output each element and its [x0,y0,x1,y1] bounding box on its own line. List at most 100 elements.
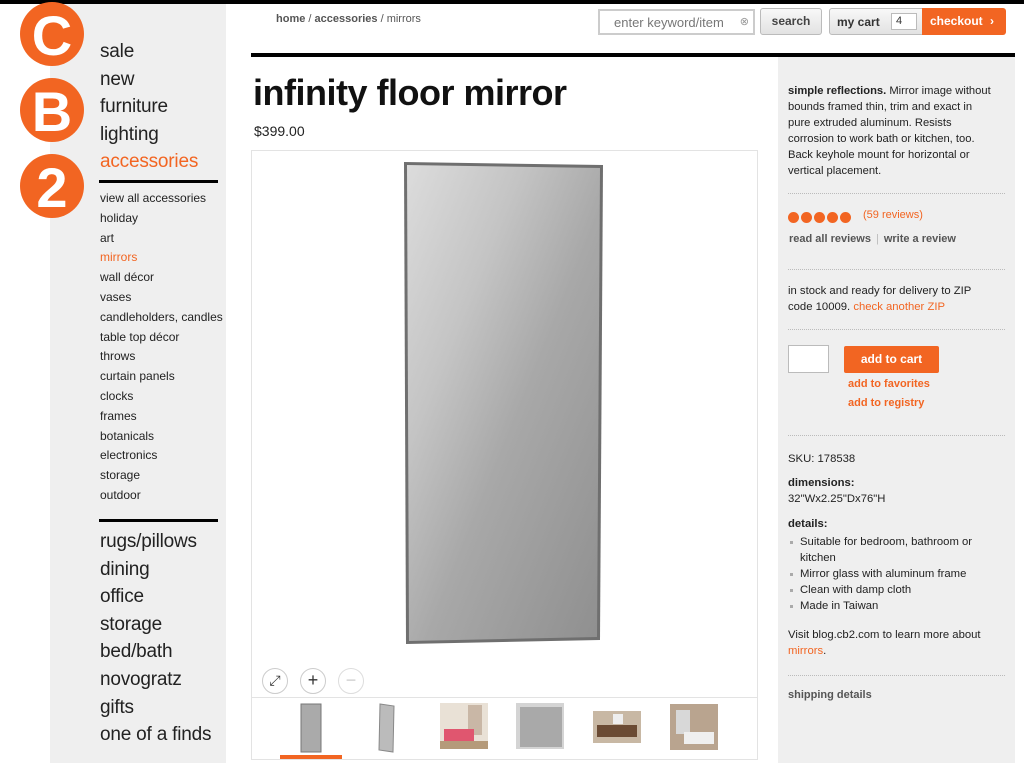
logo-letter-b: B [32,80,72,143]
subnav-clocks[interactable]: clocks [100,388,223,408]
star-icon [827,212,838,223]
write-review-link[interactable]: write a review [884,233,956,245]
breadcrumb-separator: / [305,13,315,25]
thumbnail-frame-corner[interactable] [516,703,564,749]
nav-bed-bath[interactable]: bed/bath [100,638,211,666]
star-icon [788,212,799,223]
subnav-art[interactable]: art [100,230,223,250]
product-details-panel: simple reflections. Mirror image without… [778,57,1015,763]
quantity-input[interactable] [788,345,829,373]
breadcrumb-current: mirrors [386,13,421,25]
add-to-registry-link[interactable]: add to registry [848,397,924,409]
nav-storage[interactable]: storage [100,611,211,639]
nav-lighting[interactable]: lighting [100,121,198,149]
description-lead: simple reflections. [788,85,887,97]
product-price: $399.00 [254,123,305,139]
thumbnail-room-sofa[interactable] [593,711,641,743]
divider [788,329,1005,330]
checkout-button[interactable]: checkout › [922,8,1006,35]
subnav-throws[interactable]: throws [100,348,223,368]
nav-office[interactable]: office [100,583,211,611]
nav-furniture[interactable]: furniture [100,93,198,121]
sidebar-divider [99,519,218,522]
blog-note: Visit blog.cb2.com to learn more about m… [788,627,998,659]
subnav-outdoor[interactable]: outdoor [100,487,223,507]
detail-item: Mirror glass with aluminum frame [788,566,998,582]
nav-one-of-a-finds[interactable]: one of a finds [100,721,211,749]
add-to-favorites-link[interactable]: add to favorites [848,378,930,390]
details-label: details: [788,518,828,530]
product-image-viewer: ⤢ + − [251,150,758,760]
subnav-view-all-accessories[interactable]: view all accessories [100,190,223,210]
nav-new[interactable]: new [100,66,198,94]
divider [788,675,1005,676]
subnav-curtain-panels[interactable]: curtain panels [100,368,223,388]
add-to-cart-button[interactable]: add to cart [844,346,939,373]
subcategory-nav: view all accessories holiday art mirrors… [100,190,223,507]
thumbnail-room-pink-chair[interactable] [440,703,488,749]
cart-count-field[interactable]: 4 [891,13,917,30]
blog-mirrors-link[interactable]: mirrors [788,645,823,657]
product-sku: SKU: 178538 [788,453,856,465]
subnav-holiday[interactable]: holiday [100,210,223,230]
details-list: Suitable for bedroom, bathroom or kitche… [788,534,998,614]
subnav-electronics[interactable]: electronics [100,447,223,467]
divider [788,193,1005,194]
cb2-logo[interactable]: C B 2 [14,0,94,220]
chevron-right-icon: › [990,14,995,28]
nav-sale[interactable]: sale [100,38,198,66]
logo-letter-c: C [32,4,72,67]
subnav-wall-decor[interactable]: wall décor [100,269,223,289]
search-input[interactable]: enter keyword/item ⊗ [598,9,755,35]
breadcrumb-separator: / [377,13,387,25]
nav-novogratz[interactable]: novogratz [100,666,211,694]
search-button[interactable]: search [760,8,822,35]
star-icon [814,212,825,223]
thumbnail-mirror-angle[interactable] [377,703,397,753]
subnav-frames[interactable]: frames [100,408,223,428]
subnav-table-top-decor[interactable]: table top décor [100,329,223,349]
clear-search-icon[interactable]: ⊗ [740,15,749,28]
breadcrumb-accessories[interactable]: accessories [315,13,378,25]
zoom-in-icon[interactable]: + [300,668,326,694]
logo-letter-2: 2 [36,156,67,219]
nav-gifts[interactable]: gifts [100,694,211,722]
divider [788,269,1005,270]
thumbnail-mirror-front[interactable] [299,703,323,753]
search-placeholder: enter keyword/item [614,15,724,30]
subnav-botanicals[interactable]: botanicals [100,428,223,448]
nav-rugs-pillows[interactable]: rugs/pillows [100,528,211,556]
zoom-out-icon[interactable]: − [338,668,364,694]
product-image[interactable] [402,161,605,644]
blog-text: Visit blog.cb2.com to learn more about [788,629,981,641]
stock-status: in stock and ready for delivery to ZIP c… [788,283,998,315]
rating-stars[interactable] [788,210,853,228]
detail-item: Suitable for bedroom, bathroom or kitche… [788,534,998,566]
subnav-storage[interactable]: storage [100,467,223,487]
star-icon [840,212,851,223]
product-description: simple reflections. Mirror image without… [788,83,995,179]
breadcrumb-home[interactable]: home [276,13,305,25]
shipping-details-link[interactable]: shipping details [788,689,872,701]
subnav-vases[interactable]: vases [100,289,223,309]
subnav-mirrors[interactable]: mirrors [100,249,223,269]
divider [788,435,1005,436]
breadcrumb: home / accessories / mirrors [276,13,421,25]
nav-dining[interactable]: dining [100,556,211,584]
top-category-nav: sale new furniture lighting accessories [100,38,198,176]
thumbnail-room-bedroom[interactable] [670,704,718,750]
review-actions: read all reviews | write a review [789,233,956,245]
detail-item: Clean with damp cloth [788,582,998,598]
expand-icon[interactable]: ⤢ [262,668,288,694]
checkout-label: checkout [930,14,983,28]
product-title: infinity floor mirror [253,72,567,113]
subnav-candleholders[interactable]: candleholders, candles [100,309,223,329]
my-cart-button[interactable]: my cart 4 [829,8,924,35]
active-thumbnail-indicator [280,755,342,759]
sidebar-divider [99,180,218,183]
check-zip-link[interactable]: check another ZIP [853,301,945,313]
nav-accessories[interactable]: accessories [100,148,198,176]
reviews-count-link[interactable]: (59 reviews) [863,209,923,221]
read-reviews-link[interactable]: read all reviews [789,233,871,245]
cart-label: my cart [837,15,880,29]
